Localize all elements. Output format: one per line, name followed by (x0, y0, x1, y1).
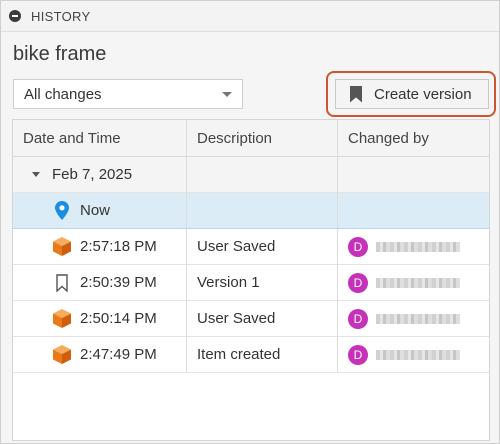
row-description: User Saved (187, 229, 338, 264)
table-header: Date and Time Description Changed by (13, 120, 489, 157)
collapse-icon[interactable] (9, 10, 21, 22)
column-header-description[interactable]: Description (187, 120, 338, 156)
bookmark-outline-icon (52, 273, 72, 293)
chevron-down-icon (222, 92, 232, 97)
row-description: User Saved (187, 301, 338, 336)
bookmark-icon (350, 85, 362, 103)
row-time: 2:50:39 PM (80, 274, 157, 291)
location-pin-icon (52, 201, 72, 221)
row-description: Version 1 (187, 265, 338, 300)
cube-icon (52, 345, 72, 365)
avatar: D (348, 344, 368, 365)
cube-icon (52, 237, 72, 257)
row-time: 2:57:18 PM (80, 238, 157, 255)
column-header-changed-by[interactable]: Changed by (338, 120, 489, 156)
avatar: D (348, 308, 368, 329)
row-description: Item created (187, 337, 338, 372)
panel-header[interactable]: HISTORY (1, 1, 499, 32)
row-time: 2:47:49 PM (80, 346, 157, 363)
redacted-user-name (376, 241, 460, 252)
create-version-label: Create version (374, 85, 472, 103)
panel-title: HISTORY (31, 8, 91, 24)
expand-triangle-icon[interactable] (32, 172, 40, 177)
redacted-user-name (376, 349, 460, 360)
row-time: 2:50:14 PM (80, 310, 157, 327)
row-time-label: Now (80, 202, 111, 219)
avatar: D (348, 236, 368, 257)
redacted-user-name (376, 313, 460, 324)
avatar: D (348, 272, 368, 293)
group-row-date[interactable]: Feb 7, 2025 (13, 157, 489, 193)
filter-selected-value: All changes (24, 85, 102, 103)
changes-filter-dropdown[interactable]: All changes (13, 79, 243, 109)
history-panel: HISTORY bike frame All changes Create ve… (0, 0, 500, 444)
create-version-button[interactable]: Create version (335, 79, 489, 109)
redacted-user-name (376, 277, 460, 288)
history-table: Date and Time Description Changed by Feb… (12, 119, 490, 441)
table-row[interactable]: 2:50:39 PM Version 1 D (13, 265, 489, 301)
table-row-current[interactable]: Now (13, 193, 489, 229)
group-date-label: Feb 7, 2025 (52, 166, 133, 183)
document-title: bike frame (13, 43, 107, 65)
table-row[interactable]: 2:47:49 PM Item created D (13, 337, 489, 373)
table-row[interactable]: 2:50:14 PM User Saved D (13, 301, 489, 337)
cube-icon (52, 309, 72, 329)
table-row[interactable]: 2:57:18 PM User Saved D (13, 229, 489, 265)
column-header-date[interactable]: Date and Time (13, 120, 187, 156)
